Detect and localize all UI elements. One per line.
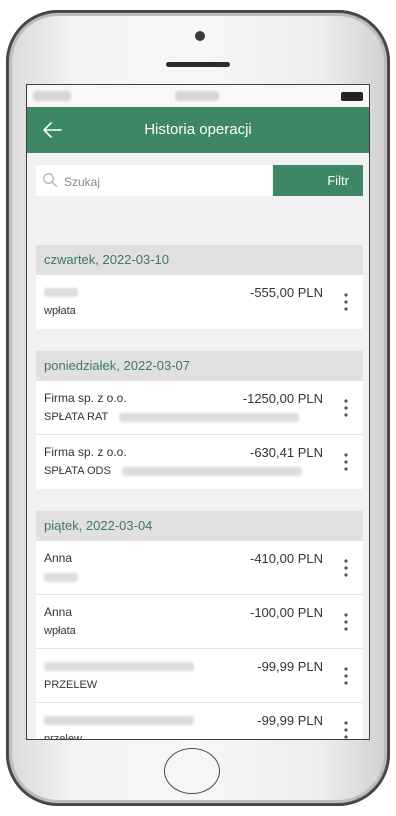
more-vertical-icon[interactable] xyxy=(341,557,351,579)
transaction-description xyxy=(44,571,78,583)
transaction-item[interactable]: Firma sp. z o.o. SPŁATA ODS -630,41 PLN xyxy=(36,435,363,489)
transaction-description-text: SPŁATA RAT xyxy=(44,411,108,423)
transaction-name: Firma sp. z o.o. xyxy=(44,391,127,405)
transaction-amount: -99,99 PLN xyxy=(257,659,323,674)
status-carrier-blurred xyxy=(33,91,71,101)
transaction-item[interactable]: Anna -410,00 PLN xyxy=(36,541,363,595)
blurred-name xyxy=(44,716,194,726)
earpiece-speaker xyxy=(166,62,230,67)
date-group: poniedziałek, 2022-03-07 Firma sp. z o.o… xyxy=(36,351,363,489)
more-vertical-icon[interactable] xyxy=(341,611,351,633)
date-group: czwartek, 2022-03-10 wpłata -555,00 PLN xyxy=(36,245,363,329)
transaction-amount: -100,00 PLN xyxy=(250,605,323,620)
home-button[interactable] xyxy=(164,748,220,794)
transaction-item[interactable]: PRZELEW -99,99 PLN xyxy=(36,649,363,703)
more-vertical-icon[interactable] xyxy=(341,665,351,687)
transaction-description: SPŁATA ODS xyxy=(44,465,302,477)
transaction-amount: -555,00 PLN xyxy=(250,285,323,300)
search-row: Filtr xyxy=(27,153,369,223)
search-input[interactable] xyxy=(62,165,266,198)
transaction-amount: -99,99 PLN xyxy=(257,713,323,728)
more-vertical-icon[interactable] xyxy=(341,719,351,740)
blurred-name xyxy=(44,288,78,298)
transaction-description: PRZELEW xyxy=(44,679,98,691)
transaction-description: wpłata xyxy=(44,625,76,637)
transaction-name xyxy=(44,713,194,727)
more-vertical-icon[interactable] xyxy=(341,451,351,473)
transaction-amount: -1250,00 PLN xyxy=(242,391,323,406)
transaction-description: wpłata xyxy=(44,305,76,317)
blurred-details xyxy=(121,466,302,476)
transaction-amount: -630,41 PLN xyxy=(250,445,323,460)
blurred-details xyxy=(119,412,300,422)
search-icon xyxy=(43,173,58,188)
transaction-description: SPŁATA RAT xyxy=(44,411,300,423)
transaction-item[interactable]: Firma sp. z o.o. SPŁATA RAT -1250,00 PLN xyxy=(36,381,363,435)
status-bar xyxy=(27,85,369,107)
search-box[interactable] xyxy=(36,165,272,198)
transaction-name: Anna xyxy=(44,605,73,619)
transaction-list[interactable]: czwartek, 2022-03-10 wpłata -555,00 PLN … xyxy=(27,223,369,740)
page-title: Historia operacji xyxy=(144,121,252,138)
transaction-item[interactable]: wpłata -555,00 PLN xyxy=(36,275,363,329)
more-vertical-icon[interactable] xyxy=(341,397,351,419)
battery-icon xyxy=(341,92,363,101)
blurred-name xyxy=(44,662,194,672)
transaction-item[interactable]: przelew -99,99 PLN xyxy=(36,703,363,740)
app-screen: Historia operacji Filtr czwartek, 2022-0… xyxy=(26,84,370,740)
date-group: piątek, 2022-03-04 Anna -410,00 PLN Anna… xyxy=(36,511,363,740)
blurred-details xyxy=(44,572,78,582)
transaction-item[interactable]: Anna wpłata -100,00 PLN xyxy=(36,595,363,649)
transaction-description: przelew xyxy=(44,733,82,740)
app-bar: Historia operacji xyxy=(27,107,369,153)
date-header: poniedziałek, 2022-03-07 xyxy=(36,351,363,381)
status-time-blurred xyxy=(175,91,219,101)
filter-button[interactable]: Filtr xyxy=(273,165,363,196)
date-header: piątek, 2022-03-04 xyxy=(36,511,363,541)
transaction-amount: -410,00 PLN xyxy=(250,551,323,566)
date-header: czwartek, 2022-03-10 xyxy=(36,245,363,275)
front-camera xyxy=(195,31,205,41)
transaction-name xyxy=(44,659,194,673)
transaction-name: Anna xyxy=(44,551,73,565)
transaction-name xyxy=(44,285,78,299)
more-vertical-icon[interactable] xyxy=(341,291,351,313)
transaction-description-text: SPŁATA ODS xyxy=(44,465,111,477)
transaction-name: Firma sp. z o.o. xyxy=(44,445,127,459)
